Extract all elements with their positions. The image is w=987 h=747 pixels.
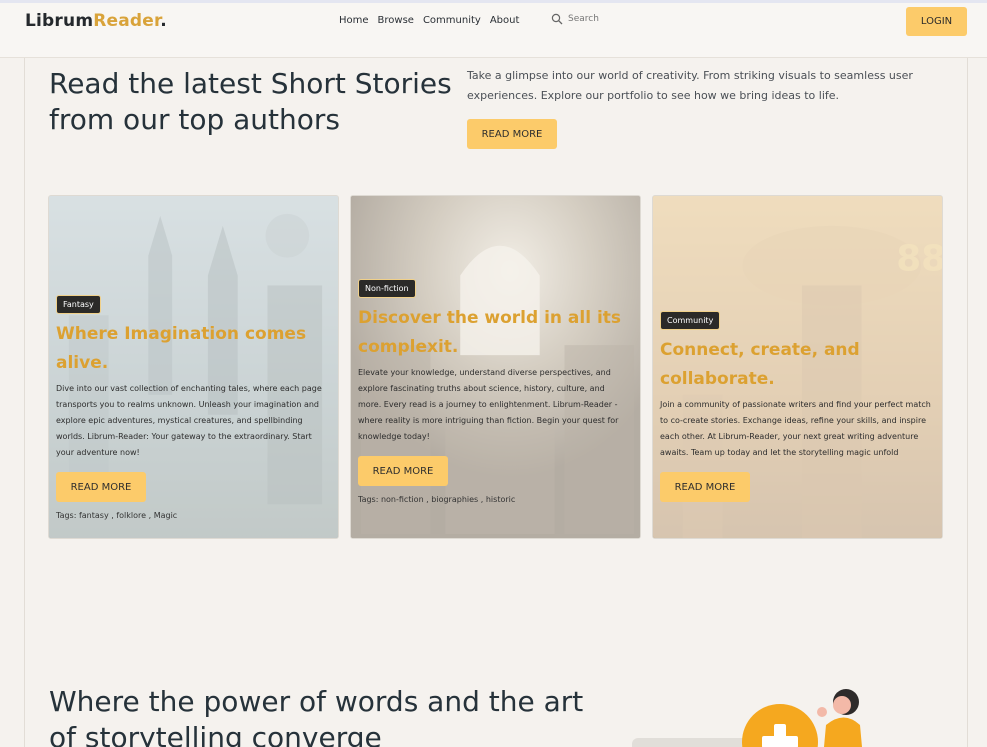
writer-illustration — [620, 680, 880, 747]
card-description: Elevate your knowledge, understand diver… — [358, 368, 619, 441]
nav-community[interactable]: Community — [423, 15, 481, 26]
card-title: Discover the world in all its complexit. — [358, 308, 622, 357]
card-tags: Tags: non-fiction , biographies , histor… — [358, 495, 516, 504]
category-badge: Fantasy — [56, 295, 101, 314]
tags-label: Tags: — [56, 511, 77, 520]
card-title: Connect, create, and collaborate. — [660, 340, 860, 389]
tag-link[interactable]: historic — [486, 495, 515, 504]
card-description: Dive into our vast collection of enchant… — [56, 384, 322, 457]
hero-title: Read the latest Short Stories from our t… — [49, 67, 452, 136]
tag-link[interactable]: Magic — [154, 511, 178, 520]
category-badge: Community — [660, 311, 721, 330]
hero-description: Take a glimpse into our world of creativ… — [467, 69, 913, 102]
site-header: LibrumReader. Home Browse Community Abou… — [0, 3, 987, 58]
search-icon — [551, 13, 563, 25]
main-nav: Home Browse Community About — [339, 15, 519, 26]
card-read-more-button[interactable]: READ MORE — [358, 456, 448, 486]
category-badge: Non-fiction — [358, 279, 416, 298]
card-read-more-button[interactable]: READ MORE — [660, 472, 750, 502]
tags-label: Tags: — [358, 495, 379, 504]
nav-browse[interactable]: Browse — [378, 15, 414, 26]
tag-link[interactable]: fantasy — [79, 511, 109, 520]
page-frame-right — [967, 58, 968, 747]
search-box[interactable]: Search — [551, 13, 599, 25]
search-input[interactable]: Search — [568, 14, 599, 24]
section-title: Where the power of words and the art of … — [49, 685, 584, 747]
tag-link[interactable]: non-fiction — [381, 495, 424, 504]
tag-link[interactable]: biographies — [431, 495, 478, 504]
page-frame-left — [24, 58, 25, 747]
nav-home[interactable]: Home — [339, 15, 369, 26]
site-logo[interactable]: LibrumReader. — [25, 11, 167, 31]
hero-read-more-button[interactable]: READ MORE — [467, 119, 557, 149]
login-button[interactable]: LOGIN — [906, 7, 967, 36]
card-tags: Tags: fantasy , folklore , Magic — [56, 511, 178, 520]
story-card-fantasy[interactable]: Fantasy Where Imagination comes alive. D… — [48, 195, 339, 539]
card-title: Where Imagination comes alive. — [56, 324, 307, 373]
card-description: Join a community of passionate writers a… — [660, 400, 931, 457]
tag-link[interactable]: folklore — [116, 511, 146, 520]
card-read-more-button[interactable]: READ MORE — [56, 472, 146, 502]
nav-about[interactable]: About — [490, 15, 520, 26]
story-card-community[interactable]: 88 Community Connect, create, and collab… — [652, 195, 943, 539]
story-card-non-fiction[interactable]: Non-fiction Discover the world in all it… — [350, 195, 641, 539]
